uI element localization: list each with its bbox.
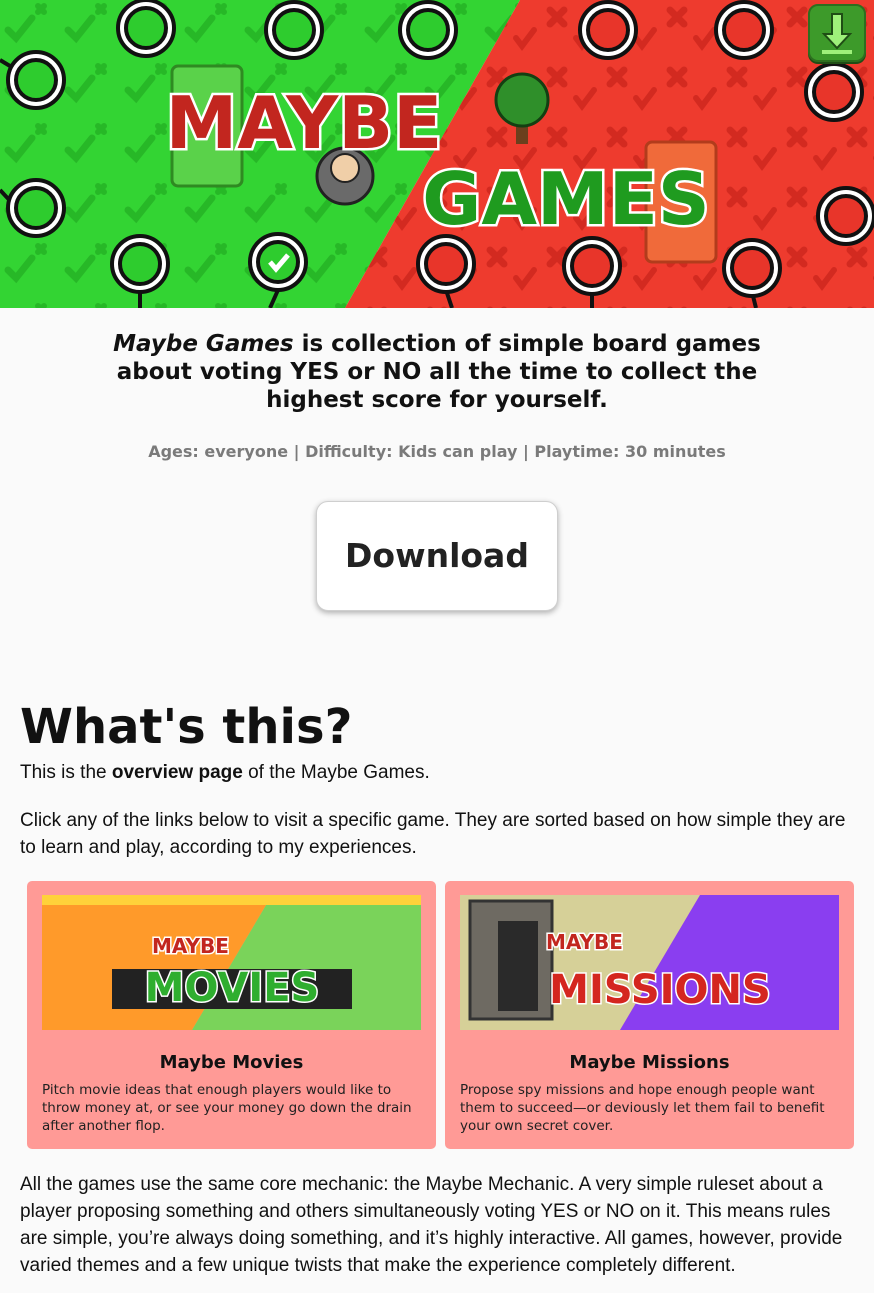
game-cards: MOVIES MAYBE Maybe Movies Pitch movie id… [27, 881, 854, 1149]
download-button[interactable]: Download [316, 501, 558, 611]
card-description: Propose spy missions and hope enough peo… [460, 1082, 825, 1134]
intro-text: Maybe Games is collection of simple boar… [97, 330, 777, 414]
game-card-movies[interactable]: MOVIES MAYBE Maybe Movies Pitch movie id… [27, 881, 436, 1149]
section-heading: What's this? [20, 699, 353, 755]
download-arrow-icon[interactable] [808, 4, 866, 62]
missions-thumbnail: MISSIONS MAYBE [460, 895, 839, 1030]
overview-intro: This is the overview page of the Maybe G… [20, 762, 430, 783]
svg-text:MISSIONS: MISSIONS [549, 967, 771, 1013]
hero-logo-games: GAMES [422, 157, 710, 241]
game-card-missions[interactable]: MISSIONS MAYBE Maybe Missions Propose sp… [445, 881, 854, 1149]
overview-instructions: Click any of the links below to visit a … [20, 810, 846, 858]
overview-bold: overview page [111, 762, 243, 783]
overview-section: What's this? This is the overview page o… [0, 699, 874, 1279]
card-title: Maybe Movies [159, 1052, 304, 1073]
intro-title: Maybe Games [113, 331, 294, 357]
card-description: Pitch movie ideas that enough players wo… [42, 1082, 412, 1134]
svg-text:MAYBE: MAYBE [546, 930, 623, 954]
svg-text:MOVIES: MOVIES [145, 965, 320, 1011]
game-meta: Ages: everyone | Difficulty: Kids can pl… [148, 442, 726, 461]
mechanic-paragraph: All the games use the same core mechanic… [20, 1174, 843, 1276]
card-title: Maybe Missions [569, 1052, 730, 1073]
movies-thumbnail: MOVIES MAYBE [42, 895, 421, 1030]
hero-artwork: MAYBE GAMES [0, 0, 874, 308]
svg-text:MAYBE: MAYBE [152, 934, 229, 958]
hero-logo-maybe: MAYBE [166, 81, 443, 165]
hero-banner: MAYBE GAMES [0, 0, 874, 308]
